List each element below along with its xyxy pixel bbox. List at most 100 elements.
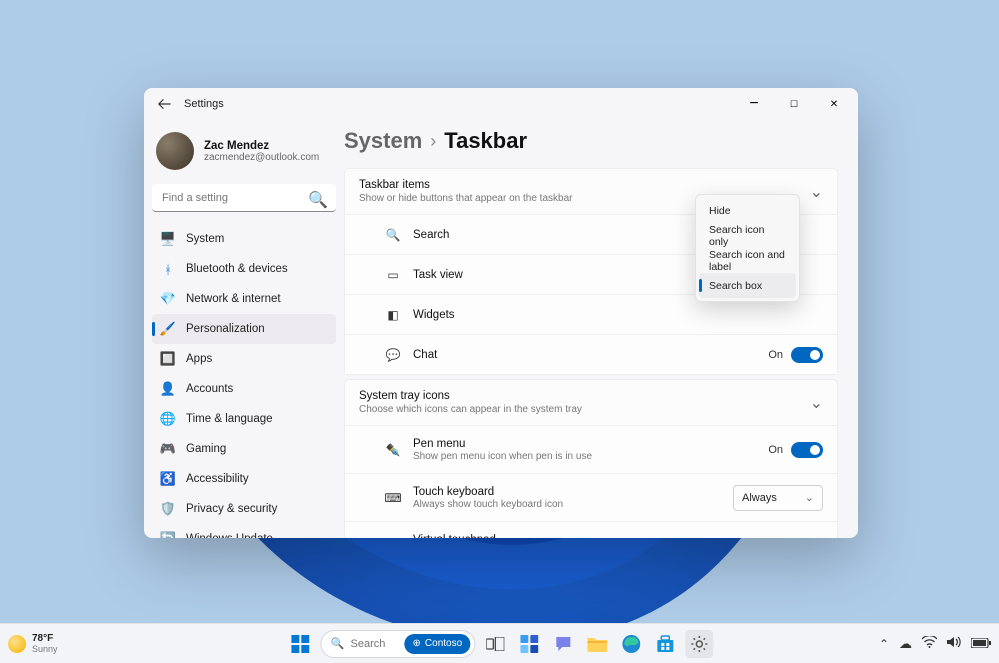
nav-label: Windows Update	[186, 533, 273, 538]
chevron-down-icon: ⌄	[810, 182, 823, 202]
row-icon: 🔍	[385, 228, 401, 242]
taskbar-search-input[interactable]	[351, 638, 399, 650]
titlebar: Settings − ☐ ✕	[144, 88, 858, 120]
tray-chevron-icon[interactable]: ⌃	[879, 637, 889, 651]
toggle-switch[interactable]	[791, 538, 823, 539]
flyout-option-search-box[interactable]: Search box	[699, 273, 796, 298]
nav-label: Gaming	[186, 443, 226, 455]
nav-icon: 🎮	[160, 441, 176, 457]
chevron-down-icon: ⌄	[810, 393, 823, 413]
row-icon: ◧	[385, 308, 401, 322]
row-subtitle: Always show touch keyboard icon	[413, 499, 563, 510]
profile-email: zacmendez@outlook.com	[204, 152, 319, 163]
search-icon: 🔍	[308, 190, 328, 210]
flyout-option-hide[interactable]: Hide	[699, 198, 796, 223]
row-label: Chat	[413, 349, 437, 361]
taskbar-weather-widget[interactable]: 78°F Sunny	[8, 633, 58, 654]
section-system-tray: System tray icons Choose which icons can…	[344, 379, 838, 538]
sidebar-item-apps[interactable]: 🔲 Apps	[152, 344, 336, 374]
start-button[interactable]	[286, 630, 314, 658]
store-button[interactable]	[651, 630, 679, 658]
edge-button[interactable]	[617, 630, 645, 658]
nav-label: Bluetooth & devices	[186, 263, 288, 275]
toggle-switch[interactable]	[791, 347, 823, 363]
chat-button[interactable]	[549, 630, 577, 658]
system-tray-row-virtual-touchpad[interactable]: ▭Virtual touchpadAlways show virtual tou…	[345, 521, 837, 538]
nav-label: Accessibility	[186, 473, 249, 485]
row-label: Touch keyboard	[413, 486, 563, 498]
nav-icon: 🔲	[160, 351, 176, 367]
avatar	[156, 132, 194, 170]
nav-label: System	[186, 233, 224, 245]
row-label: Search	[413, 229, 449, 241]
nav-icon: 💎	[160, 291, 176, 307]
contoso-pill[interactable]: ⊕Contoso	[405, 634, 471, 654]
sidebar-item-system[interactable]: 🖥️ System	[152, 224, 336, 254]
nav-label: Privacy & security	[186, 503, 277, 515]
profile-card[interactable]: Zac Mendez zacmendez@outlook.com	[152, 124, 336, 182]
content-pane: System › Taskbar Taskbar items Show or h…	[344, 120, 858, 538]
breadcrumb-parent[interactable]: System	[344, 128, 422, 154]
settings-app-button[interactable]	[685, 630, 713, 658]
row-label: Virtual touchpad	[413, 534, 565, 539]
taskbar-item-row-chat[interactable]: 💬ChatOn	[345, 334, 837, 374]
sidebar-item-personalization[interactable]: 🖌️ Personalization	[152, 314, 336, 344]
chevron-down-icon: ⌄	[805, 491, 814, 504]
system-tray-row-pen-menu[interactable]: ✒️Pen menuShow pen menu icon when pen is…	[345, 425, 837, 473]
sidebar-item-accounts[interactable]: 👤Accounts	[152, 374, 336, 404]
row-subtitle: Show pen menu icon when pen is in use	[413, 451, 592, 462]
volume-icon[interactable]	[947, 636, 961, 651]
search-icon: 🔍	[331, 637, 345, 650]
nav-label: Personalization	[186, 323, 265, 335]
sidebar-item-bluetooth-devices[interactable]: ᚼ Bluetooth & devices	[152, 254, 336, 284]
sidebar-item-network-internet[interactable]: 💎 Network & internet	[152, 284, 336, 314]
settings-search[interactable]: 🔍	[152, 184, 336, 212]
nav-icon: 🖌️	[160, 321, 176, 337]
explorer-button[interactable]	[583, 630, 611, 658]
minimize-button[interactable]: −	[734, 88, 774, 120]
widgets-button[interactable]	[515, 630, 543, 658]
row-label: Pen menu	[413, 438, 592, 450]
profile-name: Zac Mendez	[204, 140, 319, 152]
nav-label: Time & language	[186, 413, 273, 425]
taskbar: 78°F Sunny 🔍 ⊕Contoso ⌃ ☁	[0, 623, 999, 663]
settings-window: Settings − ☐ ✕ Zac Mendez zacmendez@outl…	[144, 88, 858, 538]
task-view-button[interactable]	[481, 630, 509, 658]
taskbar-system-tray: ⌃ ☁	[879, 636, 991, 652]
wifi-icon[interactable]	[922, 636, 937, 651]
sidebar-item-privacy-security[interactable]: 🛡️ Privacy & security	[152, 494, 336, 524]
section-header-system-tray[interactable]: System tray icons Choose which icons can…	[345, 380, 837, 425]
row-icon: 💬	[385, 348, 401, 362]
nav-icon: 🛡️	[160, 501, 176, 517]
weather-temp: 78°F	[32, 633, 58, 644]
sidebar-item-time-language[interactable]: 🌐Time & language	[152, 404, 336, 434]
nav-label: Apps	[186, 353, 212, 365]
nav-icon: 🖥️	[160, 231, 176, 247]
dropdown-control[interactable]: Always⌄	[733, 485, 823, 511]
close-button[interactable]: ✕	[814, 88, 854, 120]
battery-icon[interactable]	[971, 637, 991, 651]
sidebar-item-windows-update[interactable]: 🔄Windows Update	[152, 524, 336, 538]
search-mode-flyout: HideSearch icon onlySearch icon and labe…	[695, 194, 800, 302]
system-tray-row-touch-keyboard[interactable]: ⌨Touch keyboardAlways show touch keyboar…	[345, 473, 837, 521]
back-button[interactable]	[148, 88, 180, 120]
nav-label: Network & internet	[186, 293, 281, 305]
breadcrumb: System › Taskbar	[344, 128, 838, 154]
sidebar-item-gaming[interactable]: 🎮 Gaming	[152, 434, 336, 464]
nav-label: Accounts	[186, 383, 233, 395]
flyout-option-search-icon-and-label[interactable]: Search icon and label	[699, 248, 796, 273]
taskbar-search[interactable]: 🔍 ⊕Contoso	[320, 630, 475, 658]
taskbar-center: 🔍 ⊕Contoso	[286, 630, 713, 658]
nav-icon: ᚼ	[160, 261, 176, 277]
window-title: Settings	[184, 98, 224, 110]
row-label: Widgets	[413, 309, 455, 321]
chevron-right-icon: ›	[430, 131, 436, 152]
flyout-option-search-icon-only[interactable]: Search icon only	[699, 223, 796, 248]
sidebar-item-accessibility[interactable]: ♿ Accessibility	[152, 464, 336, 494]
onedrive-icon[interactable]: ☁	[899, 636, 912, 652]
maximize-button[interactable]: ☐	[774, 88, 814, 120]
row-label: Task view	[413, 269, 463, 281]
nav-icon: ♿	[160, 471, 176, 487]
row-icon: ▭	[385, 268, 401, 282]
toggle-switch[interactable]	[791, 442, 823, 458]
